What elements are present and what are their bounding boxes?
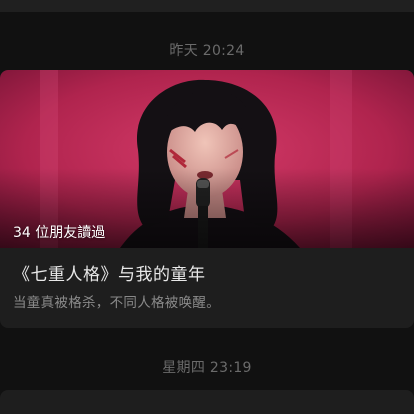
chat-feed-screen: 昨天 20:24 34 位朋友讀過 《七重人格》与我的童年 当童真被格杀，不同人… bbox=[0, 0, 414, 414]
friends-read-count: 34 位朋友讀過 bbox=[13, 225, 106, 241]
timestamp: 昨天 20:24 bbox=[169, 43, 245, 59]
timestamp: 星期四 23:19 bbox=[162, 360, 252, 376]
article-card[interactable]: 34 位朋友讀過 《七重人格》与我的童年 当童真被格杀，不同人格被唤醒。 bbox=[0, 70, 414, 328]
article-summary: 当童真被格杀，不同人格被唤醒。 bbox=[13, 295, 220, 311]
previous-card-edge bbox=[0, 0, 414, 12]
article-title[interactable]: 《七重人格》与我的童年 bbox=[13, 260, 206, 285]
next-card-edge[interactable] bbox=[0, 390, 414, 414]
